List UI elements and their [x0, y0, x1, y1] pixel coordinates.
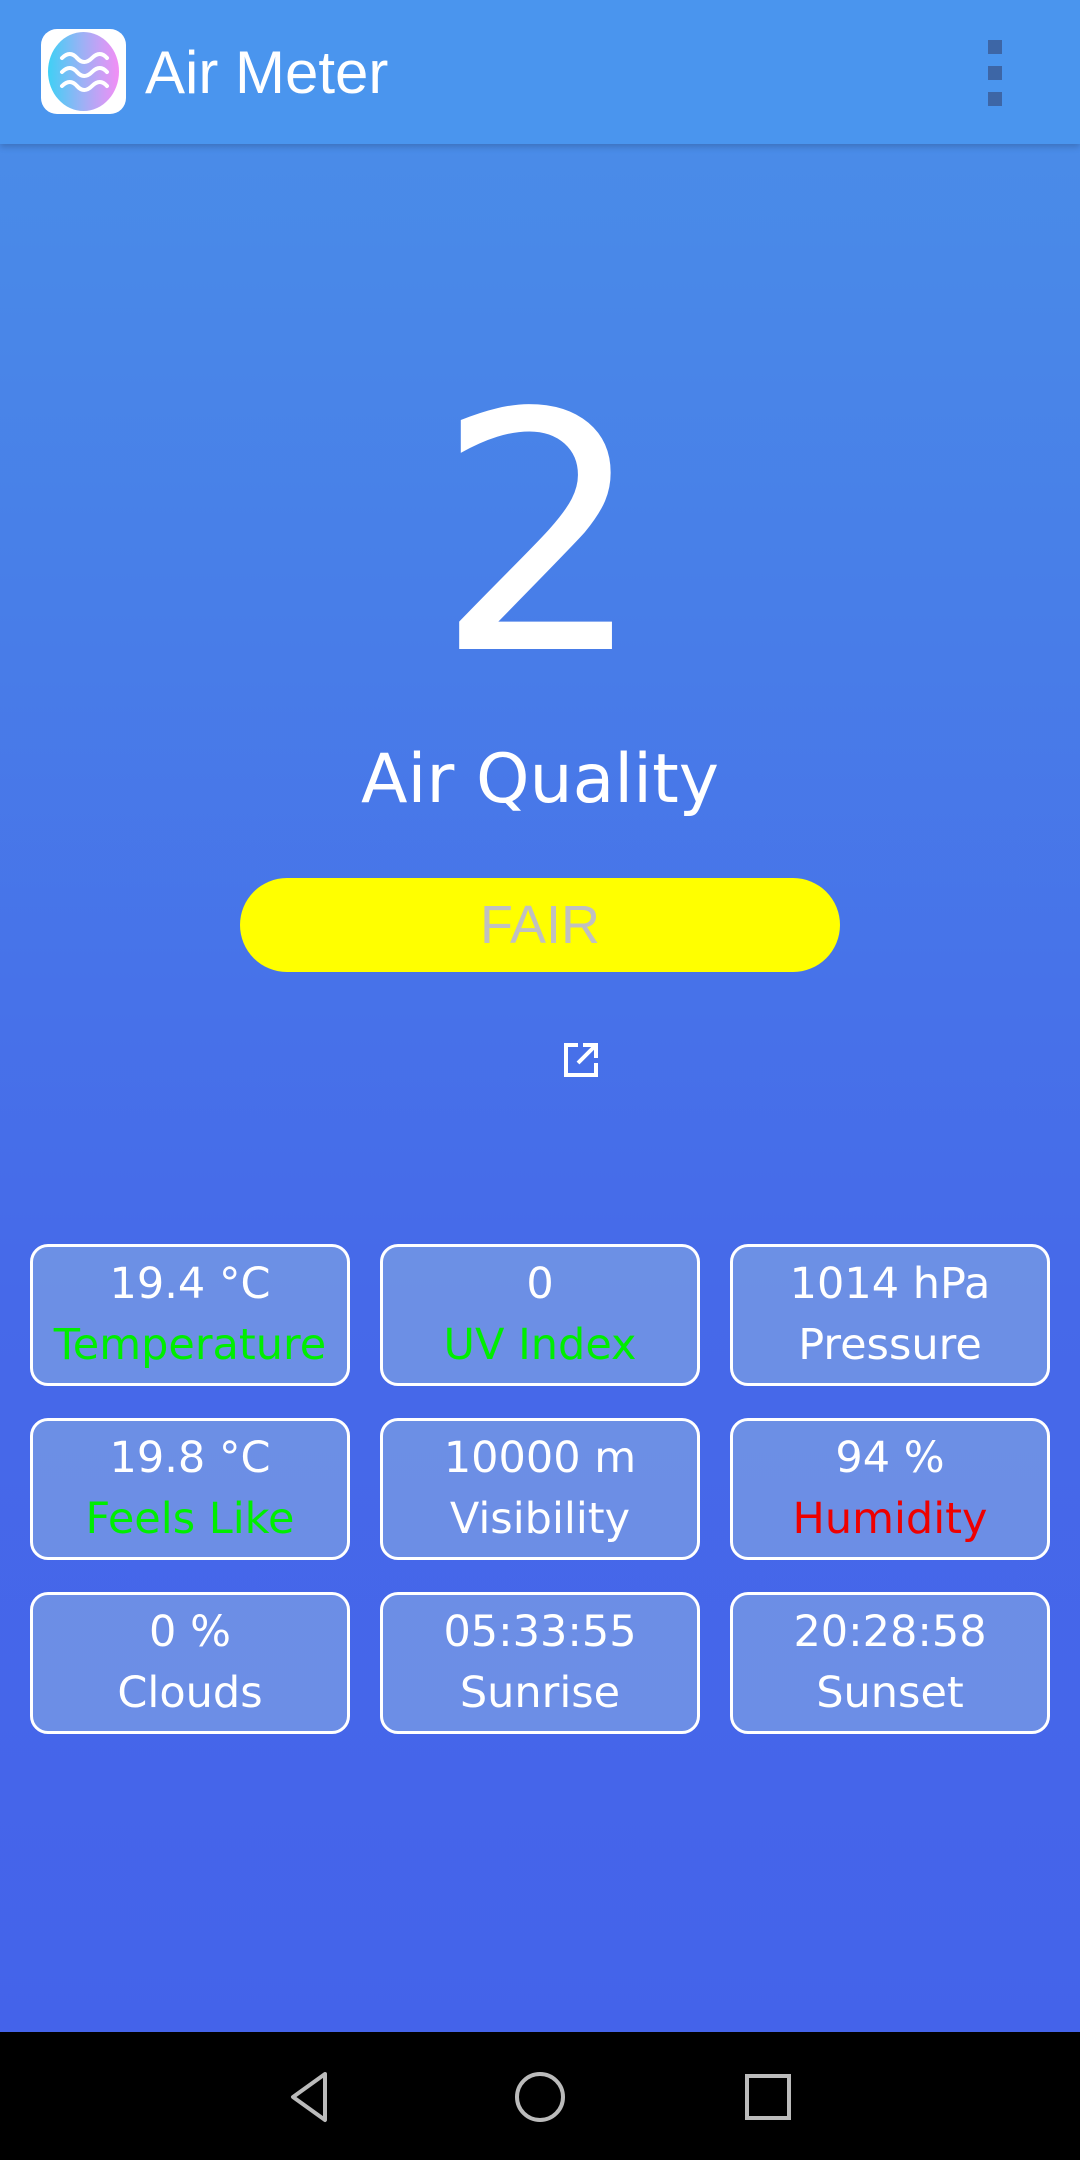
metric-value: 19.4 °C: [109, 1259, 271, 1309]
metric-label: Feels Like: [85, 1494, 295, 1544]
metric-tile-humidity: 94 % Humidity: [730, 1418, 1050, 1560]
metric-tile-pressure: 1014 hPa Pressure: [730, 1244, 1050, 1386]
metric-label: Temperature: [53, 1320, 327, 1370]
metric-tile-uv-index: 0 UV Index: [380, 1244, 700, 1386]
aqi-status-badge: FAIR: [240, 878, 840, 972]
app-title: Air Meter: [145, 39, 389, 106]
metric-value: 05:33:55: [443, 1607, 637, 1657]
metrics-grid: 19.4 °C Temperature 0 UV Index 1014 hPa …: [30, 1244, 1050, 1734]
metric-tile-temperature: 19.4 °C Temperature: [30, 1244, 350, 1386]
metric-label: Sunrise: [459, 1668, 621, 1718]
metric-label: Sunset: [816, 1668, 964, 1718]
home-icon[interactable]: [505, 2062, 575, 2132]
app-logo-waves-icon: [41, 29, 126, 114]
metric-label: Visibility: [449, 1494, 631, 1544]
more-vert-icon[interactable]: [980, 40, 1010, 106]
metric-value: 20:28:58: [793, 1607, 987, 1657]
back-icon[interactable]: [275, 2062, 345, 2132]
system-nav-bar: [0, 2032, 1080, 2160]
metric-tile-clouds: 0 % Clouds: [30, 1592, 350, 1734]
metric-tile-sunrise: 05:33:55 Sunrise: [380, 1592, 700, 1734]
metric-tile-visibility: 10000 m Visibility: [380, 1418, 700, 1560]
metric-value: 0: [526, 1259, 554, 1309]
open-in-new-icon[interactable]: [563, 1042, 599, 1078]
aqi-status-text: FAIR: [479, 895, 601, 955]
recents-icon[interactable]: [733, 2062, 803, 2132]
metric-label: Humidity: [792, 1494, 988, 1544]
aqi-value: 2: [435, 343, 645, 727]
metric-value: 10000 m: [443, 1433, 637, 1483]
metric-tile-feels-like: 19.8 °C Feels Like: [30, 1418, 350, 1560]
aqi-label: Air Quality: [361, 740, 719, 819]
metric-value: 0 %: [149, 1607, 231, 1657]
metric-value: 19.8 °C: [109, 1433, 271, 1483]
metric-label: UV Index: [443, 1320, 637, 1370]
app-bar: Air Meter: [0, 0, 1080, 144]
metric-tile-sunset: 20:28:58 Sunset: [730, 1592, 1050, 1734]
metric-value: 94 %: [835, 1433, 945, 1483]
metric-label: Clouds: [117, 1668, 263, 1718]
metric-value: 1014 hPa: [789, 1259, 991, 1309]
metric-label: Pressure: [798, 1320, 982, 1370]
